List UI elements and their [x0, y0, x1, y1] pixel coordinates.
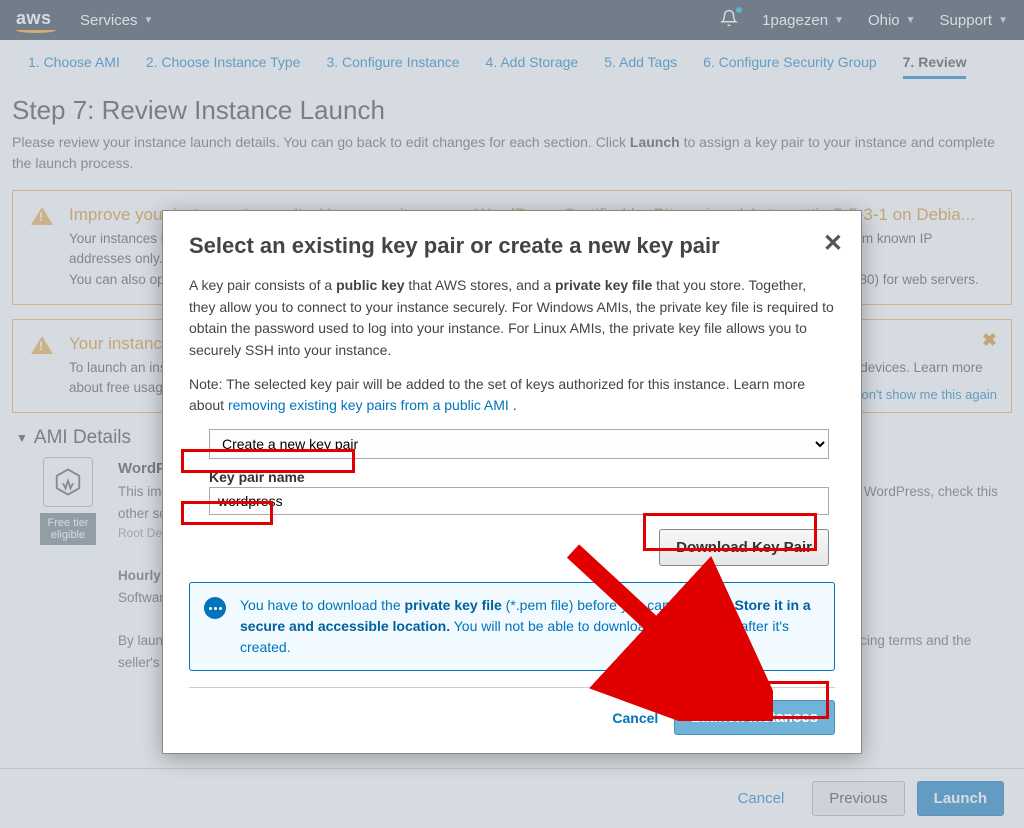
key-pair-name-input[interactable]	[209, 487, 829, 515]
info-icon	[204, 597, 226, 619]
launch-instances-button[interactable]: Launch Instances	[674, 700, 835, 735]
key-pair-select[interactable]: Create a new key pair	[209, 429, 829, 459]
modal-title: Select an existing key pair or create a …	[189, 233, 835, 259]
key-pair-form: Create a new key pair Key pair name Down…	[209, 429, 835, 566]
modal-description-2: Note: The selected key pair will be adde…	[189, 374, 835, 417]
modal-overlay: ✕ Select an existing key pair or create …	[0, 0, 1024, 828]
modal-actions: Cancel Launch Instances	[189, 700, 835, 735]
key-pair-name-label: Key pair name	[209, 469, 835, 485]
download-key-pair-button[interactable]: Download Key Pair	[659, 529, 829, 566]
modal-description-1: A key pair consists of a public key that…	[189, 275, 835, 362]
close-icon[interactable]: ✕	[823, 229, 843, 258]
download-info-box: You have to download the private key fil…	[189, 582, 835, 671]
key-pair-modal: ✕ Select an existing key pair or create …	[162, 210, 862, 754]
remove-keypairs-link[interactable]: removing existing key pairs from a publi…	[228, 397, 509, 413]
modal-cancel-button[interactable]: Cancel	[612, 710, 658, 726]
